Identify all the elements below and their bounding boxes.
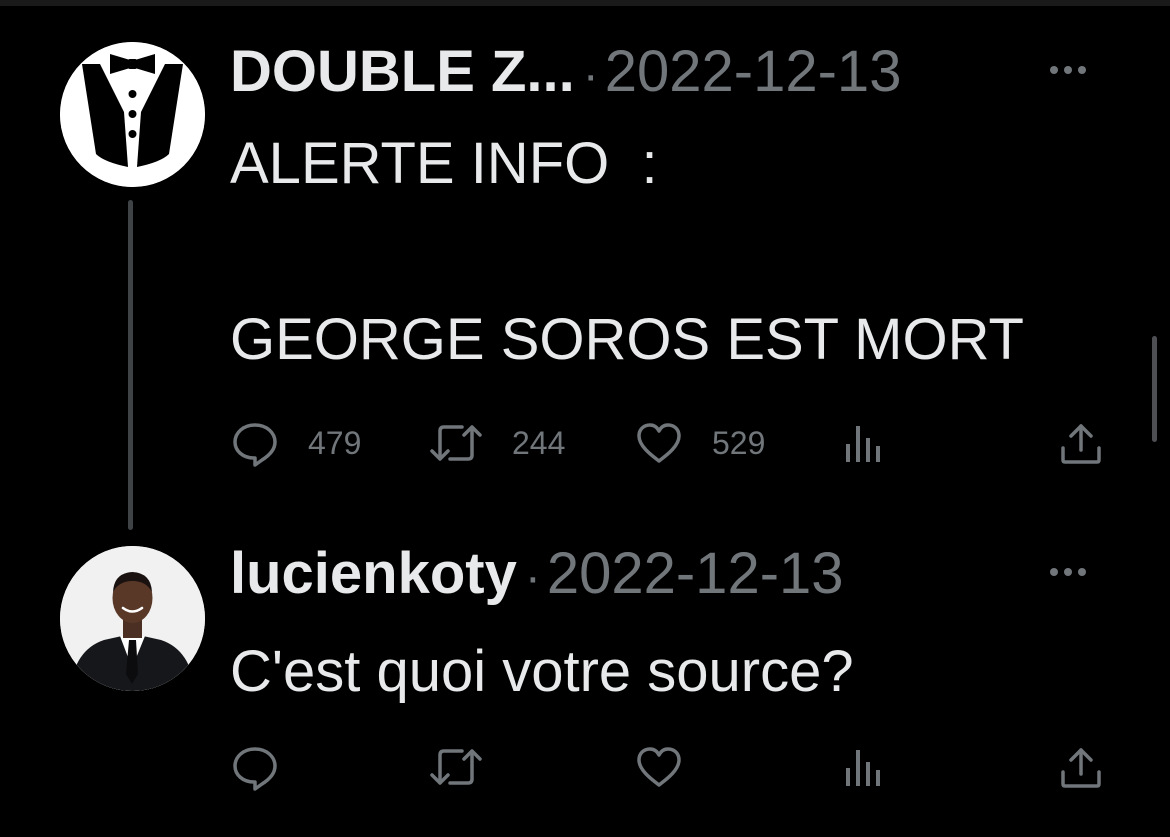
- author-name[interactable]: DOUBLE Z...: [230, 38, 575, 105]
- retweet-icon: [430, 425, 482, 461]
- tuxedo-logo-icon: [60, 42, 205, 187]
- reply-button[interactable]: 479: [230, 418, 361, 468]
- reply-icon: [233, 423, 277, 467]
- tweet-text: ALERTE INFO : GEORGE SOROS EST MORT: [230, 131, 1024, 372]
- share-button[interactable]: [1056, 742, 1106, 792]
- views-button[interactable]: [838, 418, 888, 468]
- like-button[interactable]: 529: [634, 418, 765, 468]
- retweet-icon: [430, 749, 482, 785]
- more-options-button[interactable]: [1040, 542, 1100, 592]
- tweet-date[interactable]: 2022-12-13: [547, 540, 844, 607]
- avatar[interactable]: [60, 546, 205, 691]
- retweet-button[interactable]: [428, 742, 484, 792]
- reply-icon: [233, 747, 277, 791]
- reply-button[interactable]: [230, 742, 280, 792]
- tweet-header: DOUBLE Z... · 2022-12-13: [230, 38, 1110, 108]
- retweet-count: 244: [512, 424, 566, 461]
- heart-icon: [637, 423, 681, 463]
- share-button[interactable]: [1056, 418, 1106, 468]
- more-icon: [1050, 66, 1086, 74]
- share-icon: [1061, 424, 1101, 464]
- like-button[interactable]: [634, 742, 684, 792]
- share-icon: [1061, 748, 1101, 788]
- views-icon: [846, 426, 880, 462]
- separator-dot: ·: [524, 551, 541, 604]
- like-count: 529: [712, 424, 766, 461]
- profile-photo: [60, 546, 205, 691]
- views-icon: [846, 750, 880, 786]
- more-icon: [1050, 568, 1086, 576]
- retweet-button[interactable]: 244: [428, 418, 565, 468]
- heart-icon: [637, 747, 681, 787]
- tweet-actions: [230, 742, 1110, 792]
- separator-dot: ·: [582, 49, 599, 102]
- tweet-actions: 479 244 529: [230, 418, 1110, 468]
- tweet-text: C'est quoi votre source?: [230, 639, 854, 704]
- tweet-date[interactable]: 2022-12-13: [605, 38, 902, 105]
- tweet-double-z[interactable]: DOUBLE Z... · 2022-12-13 ALERTE INFO : GEO…: [0, 0, 1170, 500]
- views-button[interactable]: [838, 742, 888, 792]
- tweet-lucienkoty[interactable]: lucienkoty · 2022-12-13 C'est quoi votre s…: [0, 500, 1170, 837]
- tweet-header: lucienkoty · 2022-12-13: [230, 540, 1110, 610]
- more-options-button[interactable]: [1040, 40, 1100, 90]
- avatar[interactable]: [60, 42, 205, 187]
- author-name[interactable]: lucienkoty: [230, 540, 517, 607]
- reply-count: 479: [308, 424, 362, 461]
